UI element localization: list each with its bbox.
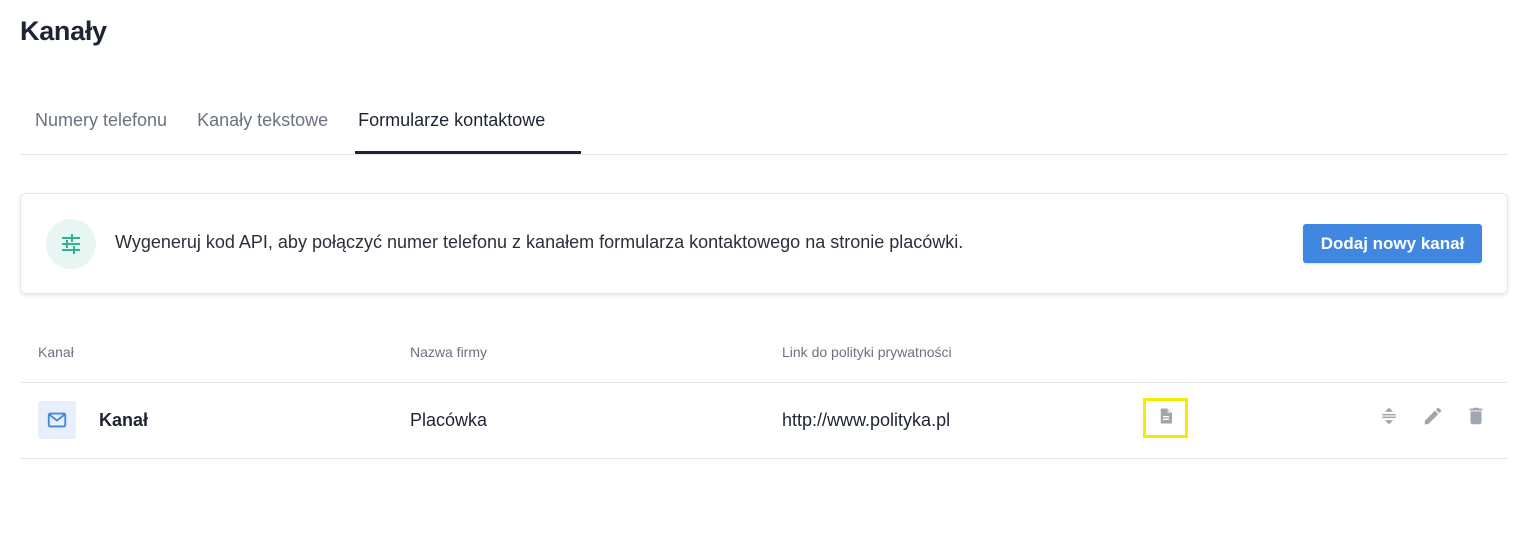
column-header-channel: Kanał: [38, 344, 74, 360]
tab-contact-forms[interactable]: Formularze kontaktowe: [343, 91, 560, 149]
channel-name: Kanał: [99, 410, 149, 430]
tab-bar: Numery telefonu Kanały tekstowe Formular…: [20, 96, 1508, 155]
info-text: Wygeneruj kod API, aby połączyć numer te…: [115, 232, 964, 252]
channels-table: Kanał Nazwa firmy Link do polityki prywa…: [20, 320, 1508, 459]
table-row: Kanał Placówka http://www.polityka.pl: [20, 383, 1508, 459]
tab-text-channels[interactable]: Kanały tekstowe: [182, 91, 343, 149]
company-name: Placówka: [410, 410, 488, 430]
tab-phone-numbers[interactable]: Numery telefonu: [20, 91, 182, 149]
privacy-link[interactable]: http://www.polityka.pl: [782, 410, 950, 431]
document-icon: [1157, 407, 1175, 430]
edit-icon: [1422, 405, 1444, 432]
column-header-company: Nazwa firmy: [410, 344, 488, 360]
reorder-button[interactable]: [1376, 405, 1402, 431]
page-title: Kanały: [20, 16, 107, 46]
delete-button[interactable]: [1463, 405, 1489, 431]
delete-icon: [1465, 405, 1487, 432]
column-header-privacy-link: Link do polityki prywatności: [782, 344, 952, 360]
reorder-icon: [1379, 406, 1399, 431]
sliders-icon: [46, 219, 96, 269]
envelope-icon: [38, 401, 76, 439]
document-button[interactable]: [1143, 398, 1188, 438]
info-card: Wygeneruj kod API, aby połączyć numer te…: [20, 193, 1508, 294]
active-tab-indicator: [355, 151, 581, 154]
table-header: Kanał Nazwa firmy Link do polityki prywa…: [20, 320, 1508, 383]
add-channel-button[interactable]: Dodaj nowy kanał: [1303, 224, 1482, 263]
edit-button[interactable]: [1420, 405, 1446, 431]
